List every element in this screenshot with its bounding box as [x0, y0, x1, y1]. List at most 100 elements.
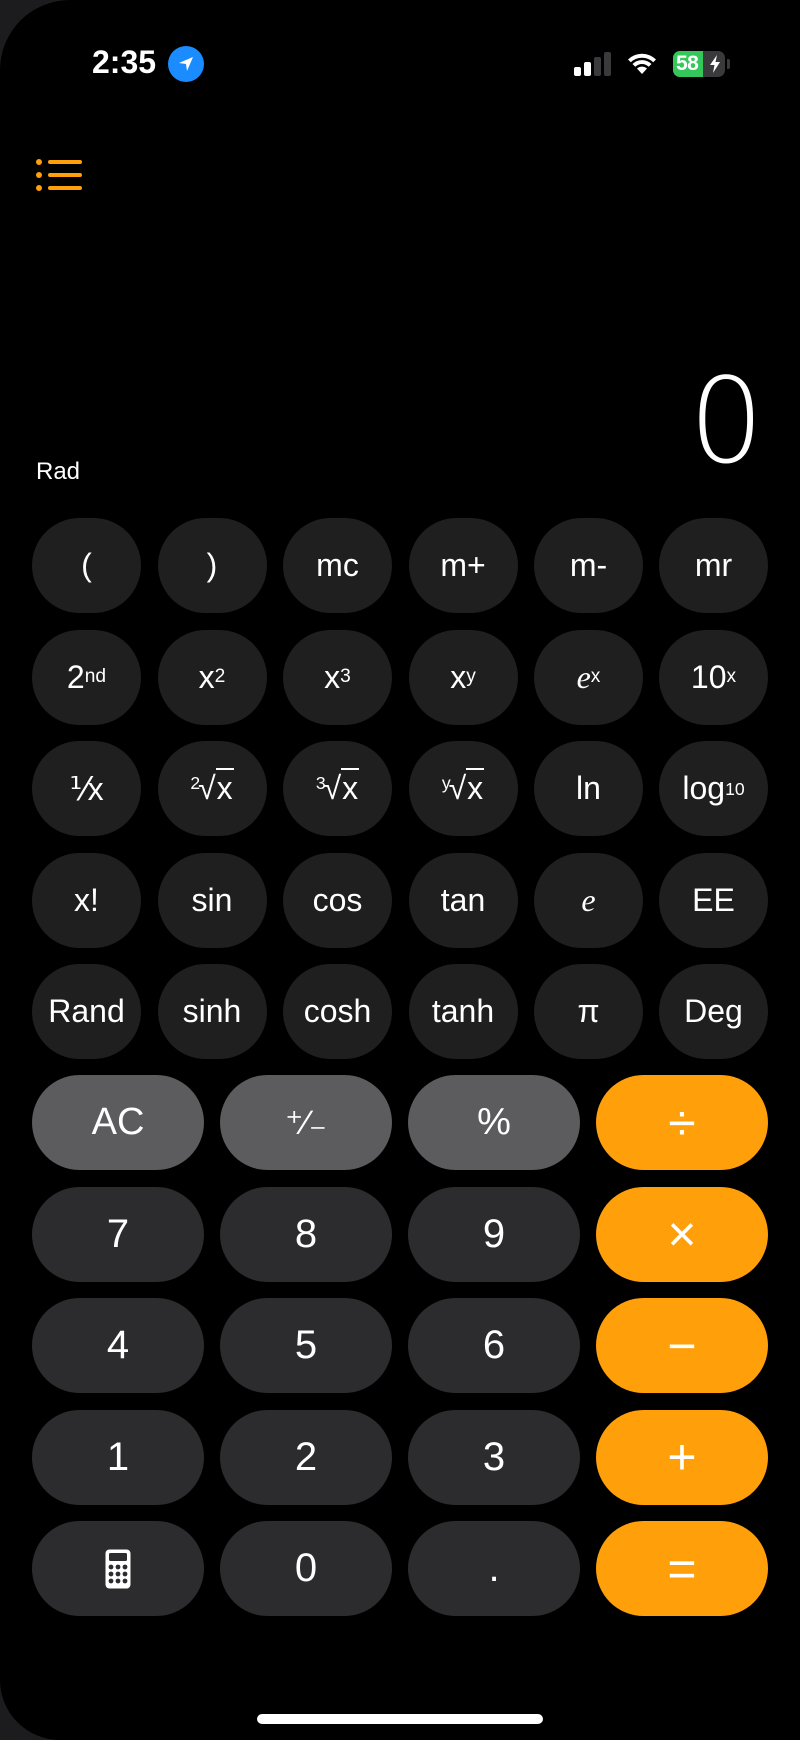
key-label: 7 — [106, 1211, 130, 1256]
key-label: ) — [206, 547, 218, 583]
wifi-icon — [626, 50, 658, 76]
digit-9-button[interactable]: 9 — [408, 1186, 580, 1282]
ee-button[interactable]: EE — [659, 852, 768, 948]
1-x-button[interactable]: ⅟x — [32, 741, 141, 836]
rand-button[interactable]: Rand — [32, 964, 141, 1059]
key-label: 3 — [482, 1434, 506, 1479]
key-label: mc — [316, 547, 359, 583]
digit-4-button[interactable]: 4 — [32, 1298, 204, 1393]
key-label: ÷ — [668, 1094, 696, 1151]
deg-button[interactable]: Deg — [659, 964, 768, 1059]
ln-button[interactable]: ln — [534, 741, 643, 836]
percent-button[interactable]: % — [408, 1075, 580, 1170]
key-label: Rand — [48, 993, 125, 1029]
key-label: log — [682, 770, 726, 806]
add-button[interactable]: + — [596, 1409, 768, 1505]
mc-button[interactable]: mc — [283, 518, 392, 613]
list-line — [48, 186, 82, 190]
key-label: 1 — [106, 1434, 130, 1479]
key-label: tanh — [431, 993, 495, 1029]
digit-7-button[interactable]: 7 — [32, 1186, 204, 1282]
key-label: ⅟x — [69, 770, 104, 807]
key-label: AC — [91, 1101, 145, 1143]
key-button[interactable]: π — [534, 964, 643, 1059]
digit-6-button[interactable]: 6 — [408, 1298, 580, 1393]
multiply-button[interactable]: × — [596, 1186, 768, 1282]
key-label: . — [488, 1546, 500, 1590]
calculator-mode-button[interactable] — [32, 1521, 204, 1616]
x-3-button[interactable]: x3 — [283, 629, 392, 725]
key-label: e — [581, 881, 596, 918]
plus-minus-button[interactable]: ⁺∕₋ — [220, 1075, 392, 1170]
tanh-button[interactable]: tanh — [408, 964, 518, 1059]
divide-button[interactable]: ÷ — [596, 1075, 768, 1170]
key-label: cos — [312, 881, 363, 918]
digit-5-button[interactable]: 5 — [220, 1298, 392, 1393]
root-index: y — [441, 773, 451, 794]
key-button[interactable]: ( — [32, 518, 141, 613]
cosh-button[interactable]: cosh — [283, 964, 392, 1059]
digit-1-button[interactable]: 1 — [32, 1409, 204, 1505]
x-button[interactable]: x! — [32, 852, 141, 948]
history-list-button[interactable] — [36, 158, 86, 192]
key-label: x! — [74, 881, 99, 918]
list-line — [48, 173, 82, 177]
tan-button[interactable]: tan — [408, 852, 518, 948]
root-index: 2 — [190, 773, 201, 794]
key-label: ( — [81, 547, 92, 583]
digit-2-button[interactable]: 2 — [220, 1409, 392, 1505]
signal-bar — [574, 67, 581, 76]
e-x-button[interactable]: ex — [534, 629, 643, 725]
key-label: − — [667, 1317, 697, 1374]
sinh-button[interactable]: sinh — [157, 964, 267, 1059]
root-index: 3 — [315, 773, 326, 794]
subtract-button[interactable]: − — [596, 1298, 768, 1393]
key-label: π — [577, 993, 600, 1029]
2-nd-button[interactable]: 2nd — [32, 629, 141, 725]
sin-button[interactable]: sin — [157, 852, 267, 948]
x-y-button[interactable]: xy — [408, 629, 518, 725]
key-label: 2 — [66, 658, 85, 695]
calculator-screen: 2:35 58 Rad 0 () mc m+ m-mr 2nd x 2 x 3 x y e x 10 x ⅟x… — [0, 0, 800, 1740]
root-2-button[interactable]: 2√x — [157, 741, 267, 836]
10-x-button[interactable]: 10 x — [659, 629, 768, 725]
key-label: e — [576, 658, 591, 695]
key-label: m- — [569, 547, 608, 583]
log-10-button[interactable]: log 10 — [659, 741, 768, 836]
e-button[interactable]: e — [534, 852, 643, 948]
battery-icon: 58 — [673, 51, 725, 77]
root-y-button[interactable]: y√x — [408, 741, 518, 836]
x-2-button[interactable]: x2 — [157, 629, 267, 725]
root-label: 2√x — [190, 768, 234, 807]
m-button[interactable]: m+ — [408, 518, 518, 613]
radicand: x — [215, 768, 234, 806]
key-label: 10 — [690, 658, 727, 695]
key-label: 8 — [294, 1211, 318, 1256]
digit-3-button[interactable]: 3 — [408, 1409, 580, 1505]
root-label: y√x — [441, 768, 485, 807]
decimal-button[interactable]: . — [408, 1521, 580, 1616]
home-indicator[interactable] — [257, 1714, 543, 1724]
cos-button[interactable]: cos — [283, 852, 392, 948]
list-bullet-icon — [36, 172, 42, 178]
list-bullet-icon — [36, 185, 42, 191]
battery-cap — [727, 59, 730, 69]
key-label: 5 — [294, 1323, 318, 1367]
digit-0-button[interactable]: 0 — [220, 1521, 392, 1616]
key-label: mr — [694, 547, 733, 583]
m-button[interactable]: m- — [534, 518, 643, 613]
digit-8-button[interactable]: 8 — [220, 1186, 392, 1282]
key-label: tan — [440, 881, 486, 918]
key-label: 2 — [294, 1434, 318, 1479]
key-label: EE — [692, 881, 735, 918]
key-label: 4 — [106, 1323, 130, 1367]
signal-bar — [584, 62, 591, 76]
root-label: 3√x — [315, 768, 360, 807]
key-label: = — [667, 1540, 697, 1597]
equals-button[interactable]: = — [596, 1521, 768, 1616]
root-3-button[interactable]: 3√x — [283, 741, 392, 836]
mr-button[interactable]: mr — [659, 518, 768, 613]
key-label: x — [198, 658, 215, 695]
key-button[interactable]: ) — [157, 518, 267, 613]
all-clear-button[interactable]: AC — [32, 1075, 204, 1170]
